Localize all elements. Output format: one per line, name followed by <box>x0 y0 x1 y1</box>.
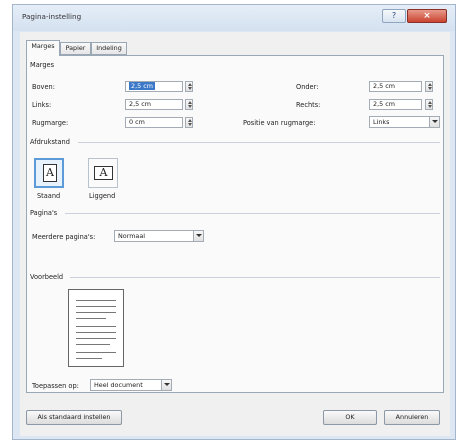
onder-label: Onder: <box>296 83 319 91</box>
staand-label: Staand <box>37 192 61 200</box>
meerdere-paginas-label: Meerdere pagina's: <box>32 233 96 241</box>
help-button[interactable]: ? <box>382 9 406 23</box>
rugmarge-spinner[interactable] <box>185 117 193 128</box>
toepassen-select[interactable]: Heel document <box>90 379 172 391</box>
chevron-down-icon <box>193 231 203 241</box>
boven-spinner[interactable] <box>185 81 193 92</box>
rechts-input[interactable]: 2,5 cm <box>369 99 422 110</box>
onder-spinner[interactable] <box>425 81 433 92</box>
landscape-page-icon: A <box>94 166 113 180</box>
rugmarge-input[interactable]: 0 cm <box>125 117 183 128</box>
preview-line <box>76 300 116 301</box>
section-voorbeeld-title: Voorbeeld <box>30 273 64 281</box>
rug-positie-value: Links <box>373 118 390 126</box>
preview-line <box>76 352 116 353</box>
section-marges-title: Marges <box>30 61 55 69</box>
rugmarge-label: Rugmarge: <box>32 119 69 127</box>
liggend-label: Liggend <box>89 192 116 200</box>
meerdere-paginas-select[interactable]: Normaal <box>114 230 204 242</box>
preview-line <box>76 306 116 307</box>
set-default-button[interactable]: Als standaard instellen <box>26 410 122 425</box>
portrait-page-icon: A <box>43 164 57 182</box>
chevron-down-icon <box>429 117 439 127</box>
toepassen-label: Toepassen op: <box>32 382 79 390</box>
preview-line <box>76 344 110 345</box>
rechts-spinner[interactable] <box>425 99 433 110</box>
preview-line <box>76 332 116 333</box>
links-spinner[interactable] <box>185 99 193 110</box>
rug-positie-label: Positie van rugmarge: <box>243 119 316 127</box>
toepassen-value: Heel document <box>94 381 143 389</box>
links-input[interactable]: 2,5 cm <box>125 99 183 110</box>
cancel-button[interactable]: Annuleren <box>384 410 440 425</box>
close-button[interactable]: × <box>407 9 447 23</box>
page-preview <box>68 289 124 367</box>
chevron-down-icon <box>161 380 171 390</box>
preview-line <box>76 326 116 327</box>
preview-line <box>76 358 102 359</box>
boven-label: Boven: <box>32 83 55 91</box>
preview-line <box>76 312 116 313</box>
rechts-label: Rechts: <box>296 101 321 109</box>
boven-input[interactable]: 2,5 cm <box>125 81 183 92</box>
orientation-liggend-button[interactable]: A <box>88 158 118 188</box>
section-afdrukstand-title: Afdrukstand <box>30 138 70 146</box>
tab-indeling[interactable]: Indeling <box>91 42 127 55</box>
divider-paginas <box>65 213 440 214</box>
section-paginas-title: Pagina's <box>30 209 58 217</box>
tab-papier[interactable]: Papier <box>60 42 91 55</box>
window-title: Pagina-instelling <box>22 12 82 21</box>
divider-afdrukstand <box>78 142 440 143</box>
tab-marges[interactable]: Marges <box>26 40 60 56</box>
rug-positie-select[interactable]: Links <box>369 116 440 128</box>
ok-button[interactable]: OK <box>323 410 377 425</box>
boven-value: 2,5 cm <box>129 82 155 90</box>
orientation-staand-button[interactable]: A <box>34 158 64 188</box>
preview-line <box>76 318 106 319</box>
onder-input[interactable]: 2,5 cm <box>369 81 422 92</box>
divider-voorbeeld <box>70 277 440 278</box>
preview-line <box>76 338 116 339</box>
meerdere-paginas-value: Normaal <box>118 232 146 240</box>
links-label: Links: <box>32 101 52 109</box>
